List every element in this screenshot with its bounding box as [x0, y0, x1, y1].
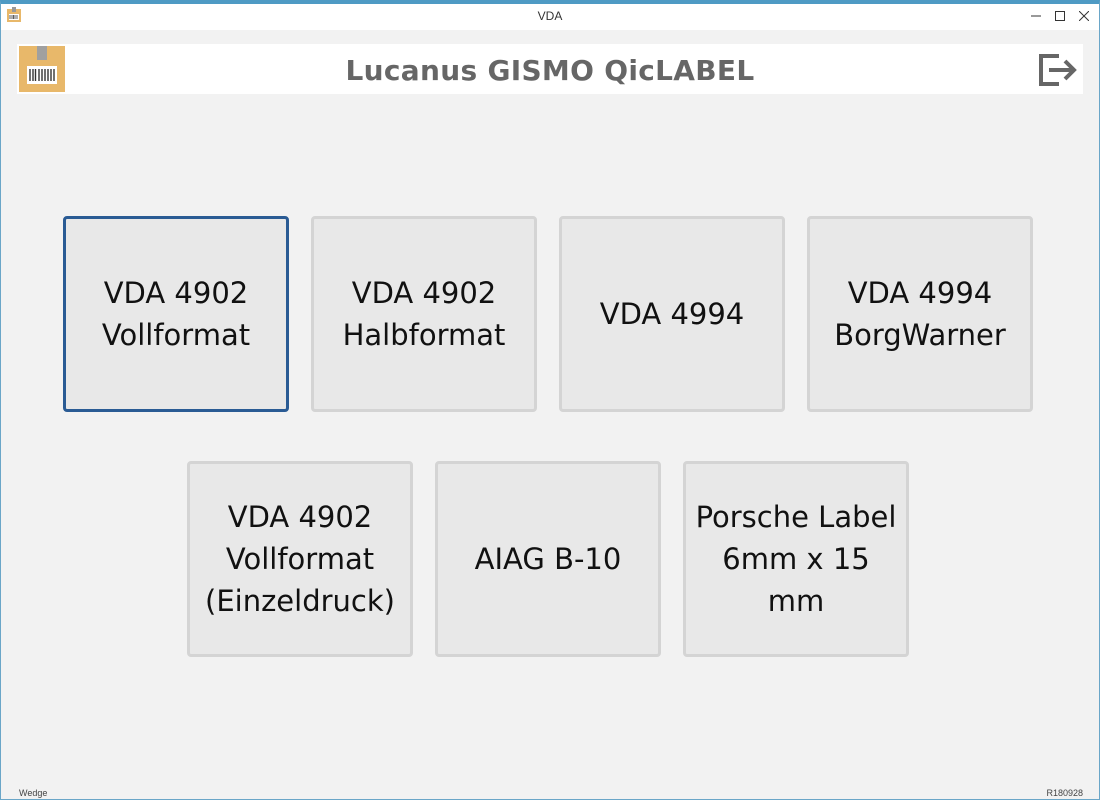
footer-version-text: R180928	[1046, 788, 1083, 798]
maximize-button[interactable]	[1049, 6, 1071, 26]
tile-label: VDA 4902 Vollformat	[101, 276, 251, 352]
close-button[interactable]	[1073, 6, 1095, 26]
maximize-icon	[1055, 11, 1065, 21]
tile-label: Porsche Label 6mm x 15 mm	[695, 500, 897, 618]
tile-vda-4902-halbformat[interactable]: VDA 4902 Halbformat	[311, 216, 537, 412]
minimize-icon	[1031, 15, 1041, 17]
title-bar: VDA	[1, 4, 1099, 30]
footer-left-text: Wedge	[19, 788, 48, 798]
logout-button[interactable]	[1037, 52, 1079, 88]
tile-porsche-label[interactable]: Porsche Label 6mm x 15 mm	[683, 461, 909, 657]
app-title: Lucanus GISMO QicLABEL	[345, 54, 755, 87]
tile-vda-4994[interactable]: VDA 4994	[559, 216, 785, 412]
tile-label: VDA 4902 Halbformat	[342, 276, 506, 352]
tile-aiag-b-10[interactable]: AIAG B-10	[435, 461, 661, 657]
tile-label: VDA 4994	[599, 297, 745, 331]
tile-label: VDA 4902 Vollformat (Einzeldruck)	[205, 500, 395, 618]
tile-label: AIAG B-10	[474, 542, 622, 576]
tile-label: VDA 4994 BorgWarner	[834, 276, 1006, 352]
tile-vda-4902-vollformat-einzeldruck[interactable]: VDA 4902 Vollformat (Einzeldruck)	[187, 461, 413, 657]
window-controls	[1023, 6, 1095, 26]
app-window: VDA Lucanus GISMO QicLABEL VDA 4902 Voll…	[0, 0, 1100, 800]
tile-vda-4902-vollformat[interactable]: VDA 4902 Vollformat	[63, 216, 289, 412]
minimize-button[interactable]	[1025, 6, 1047, 26]
window-title: VDA	[537, 9, 563, 23]
logout-icon	[1039, 54, 1077, 86]
close-icon	[1079, 11, 1089, 21]
tile-vda-4994-borgwarner[interactable]: VDA 4994 BorgWarner	[807, 216, 1033, 412]
app-header: Lucanus GISMO QicLABEL	[17, 44, 1083, 94]
